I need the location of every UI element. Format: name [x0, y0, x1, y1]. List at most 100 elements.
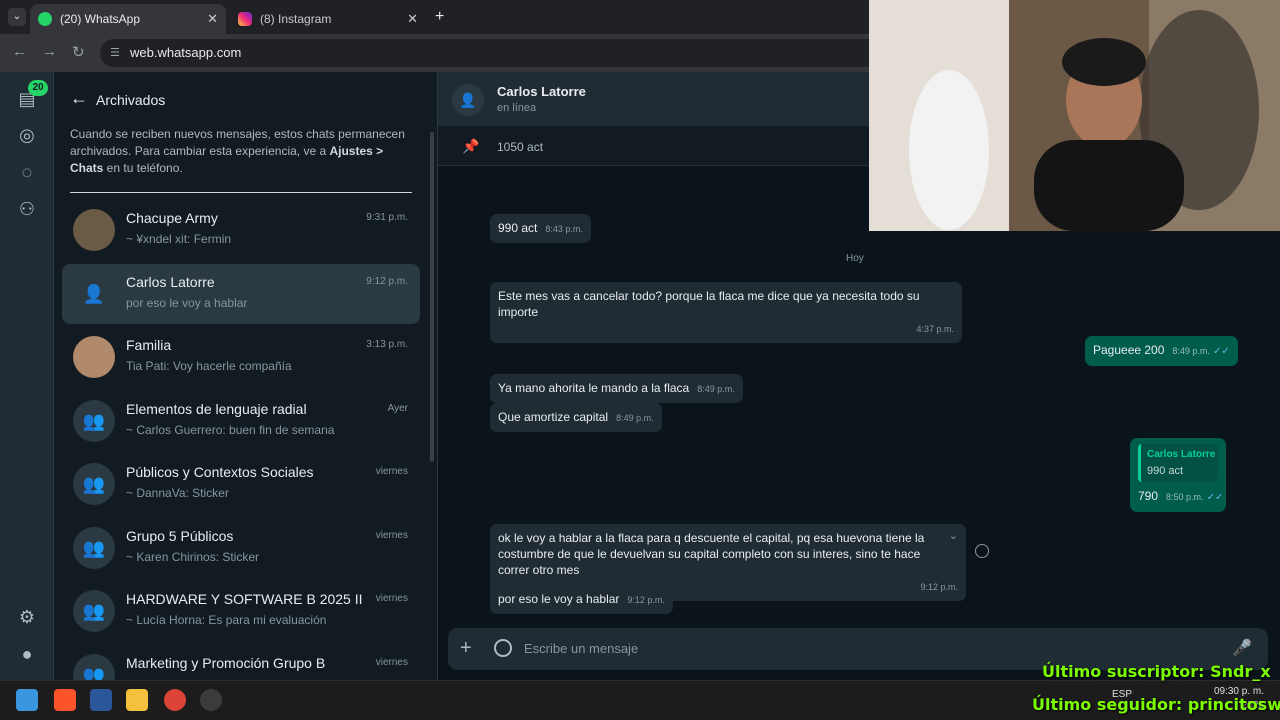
quote-author: Carlos Latorre — [1147, 449, 1216, 460]
new-tab-button[interactable]: + — [435, 8, 444, 26]
chat-list-item[interactable]: Chacupe Army 9:31 p.m. ~ ¥xndel xit: Fer… — [62, 200, 420, 260]
chat-list-item[interactable]: Familia 3:13 p.m. Tia Pati: Voy hacerle … — [62, 327, 420, 387]
message-outgoing[interactable]: Pagueee 200 8:49 p.m. ✓✓ — [1085, 336, 1238, 366]
message-time: 9:12 p.m. — [920, 582, 958, 592]
chat-time: Ayer — [387, 403, 408, 414]
chrome-icon[interactable] — [164, 689, 186, 711]
reload-icon[interactable]: ↻ — [72, 43, 85, 61]
message-incoming[interactable]: por eso le voy a hablar 9:12 p.m. — [490, 585, 673, 614]
message-text: 790 — [1138, 489, 1159, 503]
pin-icon: 📌 — [462, 138, 480, 154]
tab-list-dropdown[interactable]: ⌄ — [8, 8, 26, 26]
contact-status: en línea — [497, 102, 537, 114]
tab-label: (8) Instagram — [260, 12, 332, 26]
chat-list-item[interactable]: 👥 Elementos de lenguaje radial Ayer ~ Ca… — [62, 391, 420, 451]
chat-preview: ~ DannaVa: Sticker — [126, 486, 229, 500]
forward-icon[interactable]: → — [42, 43, 57, 60]
chevron-down-icon[interactable]: ⌄ — [949, 528, 958, 544]
react-emoji-icon[interactable] — [975, 544, 989, 558]
message-outgoing-reply[interactable]: Carlos Latorre 990 act 790 8:50 p.m. ✓✓ — [1130, 438, 1226, 512]
chat-preview: Tia Pati: Voy hacerle compañía — [126, 359, 292, 373]
chat-name: Chacupe Army — [126, 210, 218, 226]
site-info-icon[interactable]: ☰ — [110, 39, 120, 67]
message-time: 8:50 p.m. — [1166, 492, 1204, 502]
chat-list-item-selected[interactable]: 👤 Carlos Latorre 9:12 p.m. por eso le vo… — [62, 264, 420, 324]
tab-whatsapp[interactable]: (20) WhatsApp ✕ — [30, 4, 226, 34]
unread-badge: 20 — [28, 80, 48, 96]
microphone-icon[interactable]: 🎤 — [1232, 638, 1252, 658]
close-tab-icon[interactable]: ✕ — [407, 11, 418, 27]
message-text: Ya mano ahorita le mando a la flaca — [498, 381, 690, 395]
message-time: 8:49 p.m. — [1172, 346, 1210, 356]
panel-title: Archivados — [96, 92, 166, 108]
channels-icon[interactable]: ◌ — [16, 161, 38, 183]
chat-name: Públicos y Contextos Sociales — [126, 464, 314, 480]
back-arrow-icon[interactable]: ← — [70, 88, 88, 109]
chat-name: Carlos Latorre — [126, 274, 215, 290]
chat-list-item[interactable]: 👥 Grupo 5 Públicos viernes ~ Karen Chiri… — [62, 518, 420, 578]
close-tab-icon[interactable]: ✕ — [207, 11, 218, 27]
chat-preview: ~ Lucía Horna: Es para mi evaluación — [126, 613, 327, 627]
last-subscriber-overlay: Último suscriptor: Sndr_x — [1042, 662, 1271, 681]
quoted-message[interactable]: Carlos Latorre 990 act — [1138, 444, 1218, 482]
message-text: ok le voy a hablar a la flaca para q des… — [498, 531, 925, 577]
default-avatar-icon: 👤 — [73, 273, 115, 315]
address-bar[interactable]: ☰ web.whatsapp.com — [100, 39, 880, 67]
chat-preview: ~ Carlos Guerrero: buen fin de semana — [126, 423, 335, 437]
archived-info-text: Cuando se reciben nuevos mensajes, estos… — [70, 127, 405, 175]
brave-icon[interactable] — [54, 689, 76, 711]
group-avatar-icon: 👥 — [73, 400, 115, 442]
chat-time: 3:13 p.m. — [366, 339, 408, 350]
attach-plus-icon[interactable]: + — [460, 637, 472, 660]
chat-preview: ~ Karen Chirinos: Sticker — [126, 550, 260, 564]
chat-list-item[interactable]: 👥 Marketing y Promoción Grupo B viernes — [62, 645, 420, 680]
last-follower-overlay: Último seguidor: princitosw — [1032, 695, 1280, 714]
word-icon[interactable] — [90, 689, 112, 711]
message-time: 8:49 p.m. — [616, 413, 654, 423]
chat-time: viernes — [375, 530, 408, 541]
read-ticks-icon: ✓✓ — [1212, 346, 1230, 357]
message-text: Pagueee 200 — [1093, 343, 1165, 357]
communities-icon[interactable]: ⚇ — [16, 198, 38, 220]
chat-name: Grupo 5 Públicos — [126, 528, 234, 544]
quote-text: 990 act — [1147, 465, 1184, 477]
message-incoming[interactable]: Este mes vas a cancelar todo? porque la … — [490, 282, 962, 343]
message-incoming[interactable]: 990 act 8:43 p.m. — [490, 214, 591, 243]
contact-name[interactable]: Carlos Latorre — [497, 84, 586, 99]
status-icon[interactable]: ◎ — [16, 124, 38, 146]
windows-start-icon[interactable] — [16, 689, 38, 711]
chat-name: Marketing y Promoción Grupo B — [126, 655, 326, 671]
default-avatar-icon[interactable]: 👤 — [452, 84, 484, 116]
tab-instagram[interactable]: (8) Instagram ✕ — [230, 4, 426, 34]
obs-icon[interactable] — [200, 689, 222, 711]
chat-list-item[interactable]: 👥 HARDWARE Y SOFTWARE B 2025 II viernes … — [62, 581, 420, 641]
webcam-overlay — [869, 0, 1280, 231]
tab-label: (20) WhatsApp — [60, 12, 141, 26]
chat-time: viernes — [375, 466, 408, 477]
settings-icon[interactable]: ⚙ — [16, 606, 38, 628]
instagram-icon — [238, 12, 252, 26]
webcam-image — [869, 0, 1280, 231]
chat-time: 9:12 p.m. — [366, 276, 408, 287]
url-text: web.whatsapp.com — [130, 45, 242, 60]
file-explorer-icon[interactable] — [126, 689, 148, 711]
read-ticks-icon: ✓✓ — [1206, 492, 1224, 503]
message-time: 8:49 p.m. — [697, 384, 735, 394]
group-avatar-icon: 👥 — [73, 654, 115, 680]
message-input[interactable]: Escribe un mensaje — [524, 641, 638, 656]
message-incoming[interactable]: Ya mano ahorita le mando a la flaca 8:49 … — [490, 374, 743, 403]
archived-panel: ← Archivados Cuando se reciben nuevos me… — [54, 72, 438, 680]
profile-icon[interactable]: ● — [16, 643, 38, 665]
date-chip: Hoy — [838, 250, 872, 267]
group-avatar-icon: 👥 — [73, 527, 115, 569]
emoji-icon[interactable] — [494, 639, 512, 657]
message-time: 4:37 p.m. — [916, 324, 954, 334]
chat-list-scrollbar[interactable] — [430, 132, 434, 462]
message-incoming[interactable]: Que amortize capital 8:49 p.m. — [490, 403, 662, 432]
message-text: Que amortize capital — [498, 410, 609, 424]
back-icon[interactable]: ← — [12, 43, 27, 60]
nav-rail: ▤ 20 ◎ ◌ ⚇ ⚙ ● — [0, 72, 54, 680]
chat-list-item[interactable]: 👥 Públicos y Contextos Sociales viernes … — [62, 454, 420, 514]
chat-name: Elementos de lenguaje radial — [126, 401, 307, 417]
avatar — [73, 336, 115, 378]
